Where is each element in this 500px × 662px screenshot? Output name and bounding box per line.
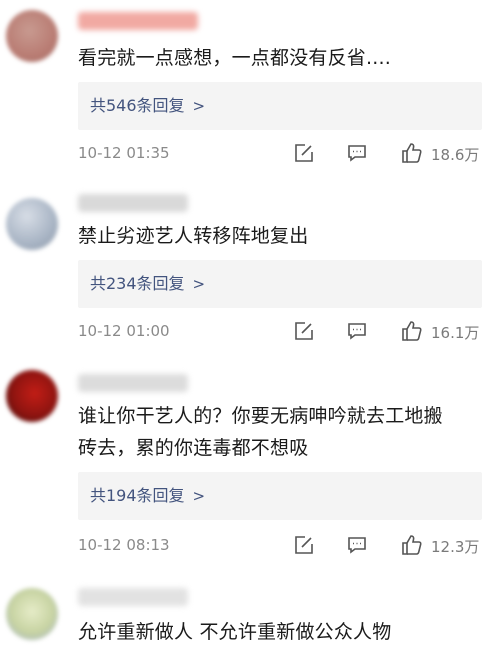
comment-meta: 10-12 01:00 16.1万 <box>78 320 490 344</box>
thumbs-up-icon[interactable] <box>400 141 424 165</box>
username-blurred[interactable] <box>78 588 188 606</box>
comment-text: 允许重新做人 不允许重新做公众人物 <box>78 621 392 643</box>
comment-meta: 10-12 01:35 18.6万 <box>78 142 490 166</box>
comment-meta: 10-12 08:13 12.3万 <box>78 534 490 558</box>
edit-icon[interactable] <box>293 534 315 556</box>
username-blurred[interactable] <box>78 194 188 212</box>
replies-label: 共194条回复 <box>90 486 185 505</box>
chevron-right-icon: > <box>192 97 206 115</box>
comment-icon[interactable] <box>346 534 368 556</box>
username-blurred[interactable] <box>78 374 188 392</box>
comment-text-line: 谁让你干艺人的？你要无病呻吟就去工地搬 <box>78 405 443 427</box>
comment-icon[interactable] <box>346 320 368 342</box>
thumbs-up-icon[interactable] <box>400 319 424 343</box>
comment-text: 禁止劣迹艺人转移阵地复出 <box>78 225 309 247</box>
like-count: 12.3万 <box>431 538 480 556</box>
replies-link[interactable]: 共194条回复 > <box>78 472 482 520</box>
timestamp: 10-12 01:35 <box>78 144 170 162</box>
comment-text: 谁让你干艺人的？你要无病呻吟就去工地搬 砖去，累的你连毒都不想吸 <box>78 400 488 464</box>
comment-text: 看完就一点感想，一点都没有反省.... <box>78 47 391 69</box>
avatar[interactable] <box>6 588 58 640</box>
avatar[interactable] <box>6 10 58 62</box>
timestamp: 10-12 01:00 <box>78 322 170 340</box>
chevron-right-icon: > <box>192 275 206 293</box>
replies-label: 共234条回复 <box>90 274 185 293</box>
like-count: 16.1万 <box>431 324 480 342</box>
replies-label: 共546条回复 <box>90 96 185 115</box>
timestamp: 10-12 08:13 <box>78 536 170 554</box>
comment-text-line: 砖去，累的你连毒都不想吸 <box>78 437 309 459</box>
chevron-right-icon: > <box>192 487 206 505</box>
like-count: 18.6万 <box>431 146 480 164</box>
edit-icon[interactable] <box>293 142 315 164</box>
thumbs-up-icon[interactable] <box>400 533 424 557</box>
replies-link[interactable]: 共234条回复 > <box>78 260 482 308</box>
avatar[interactable] <box>6 370 58 422</box>
username-blurred[interactable] <box>78 12 198 30</box>
edit-icon[interactable] <box>293 320 315 342</box>
avatar[interactable] <box>6 198 58 250</box>
comment-icon[interactable] <box>346 142 368 164</box>
replies-link[interactable]: 共546条回复 > <box>78 82 482 130</box>
